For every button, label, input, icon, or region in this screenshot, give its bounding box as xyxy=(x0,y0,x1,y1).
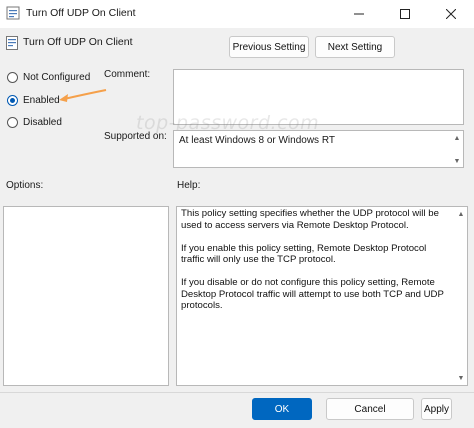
policy-setting-icon xyxy=(6,36,18,50)
title-bar: Turn Off UDP On Client xyxy=(0,0,474,28)
radio-not-configured[interactable]: Not Configured xyxy=(7,72,90,83)
ok-button[interactable]: OK xyxy=(252,398,312,420)
scroll-down-icon[interactable]: ▼ xyxy=(452,156,462,166)
comment-label: Comment: xyxy=(104,69,151,80)
cancel-button[interactable]: Cancel xyxy=(326,398,414,420)
policy-name: Turn Off UDP On Client xyxy=(23,36,133,48)
help-paragraph: If you disable or do not configure this … xyxy=(181,277,444,311)
annotation-arrow-icon xyxy=(59,89,107,102)
scroll-up-icon[interactable]: ▲ xyxy=(452,133,462,143)
close-icon xyxy=(446,9,456,19)
radio-disabled-label: Disabled xyxy=(23,117,62,128)
options-label: Options: xyxy=(6,180,44,191)
radio-enabled-circle[interactable] xyxy=(7,95,18,106)
help-paragraph: If you enable this policy setting, Remot… xyxy=(181,242,427,266)
help-paragraph: This policy setting specifies whether th… xyxy=(181,208,439,231)
radio-disabled[interactable]: Disabled xyxy=(7,117,62,128)
help-scroll-up-icon[interactable]: ▲ xyxy=(456,209,466,219)
options-panel xyxy=(3,206,169,386)
help-text: This policy setting specifies whether th… xyxy=(181,208,451,323)
window-title: Turn Off UDP On Client xyxy=(26,7,136,19)
close-button[interactable] xyxy=(428,0,474,28)
maximize-button[interactable] xyxy=(382,0,428,28)
radio-not-configured-circle[interactable] xyxy=(7,72,18,83)
radio-not-configured-label: Not Configured xyxy=(23,72,91,83)
minimize-icon xyxy=(354,13,364,15)
maximize-icon xyxy=(400,9,410,19)
supported-on-value: At least Windows 8 or Windows RT xyxy=(179,135,335,146)
policy-app-icon xyxy=(6,6,20,20)
minimize-button[interactable] xyxy=(336,0,382,28)
next-setting-button[interactable]: Next Setting xyxy=(315,36,395,58)
supported-on-box: At least Windows 8 or Windows RT ▲ ▼ xyxy=(173,130,464,168)
apply-button[interactable]: Apply xyxy=(421,398,452,420)
radio-enabled-label: Enabled xyxy=(23,95,60,106)
supported-on-label: Supported on: xyxy=(104,131,167,142)
help-scroll-down-icon[interactable]: ▼ xyxy=(456,373,466,383)
radio-disabled-circle[interactable] xyxy=(7,117,18,128)
help-label: Help: xyxy=(177,180,201,191)
radio-enabled[interactable]: Enabled xyxy=(7,95,60,106)
previous-setting-button[interactable]: Previous Setting xyxy=(229,36,309,58)
footer-divider xyxy=(0,392,474,393)
